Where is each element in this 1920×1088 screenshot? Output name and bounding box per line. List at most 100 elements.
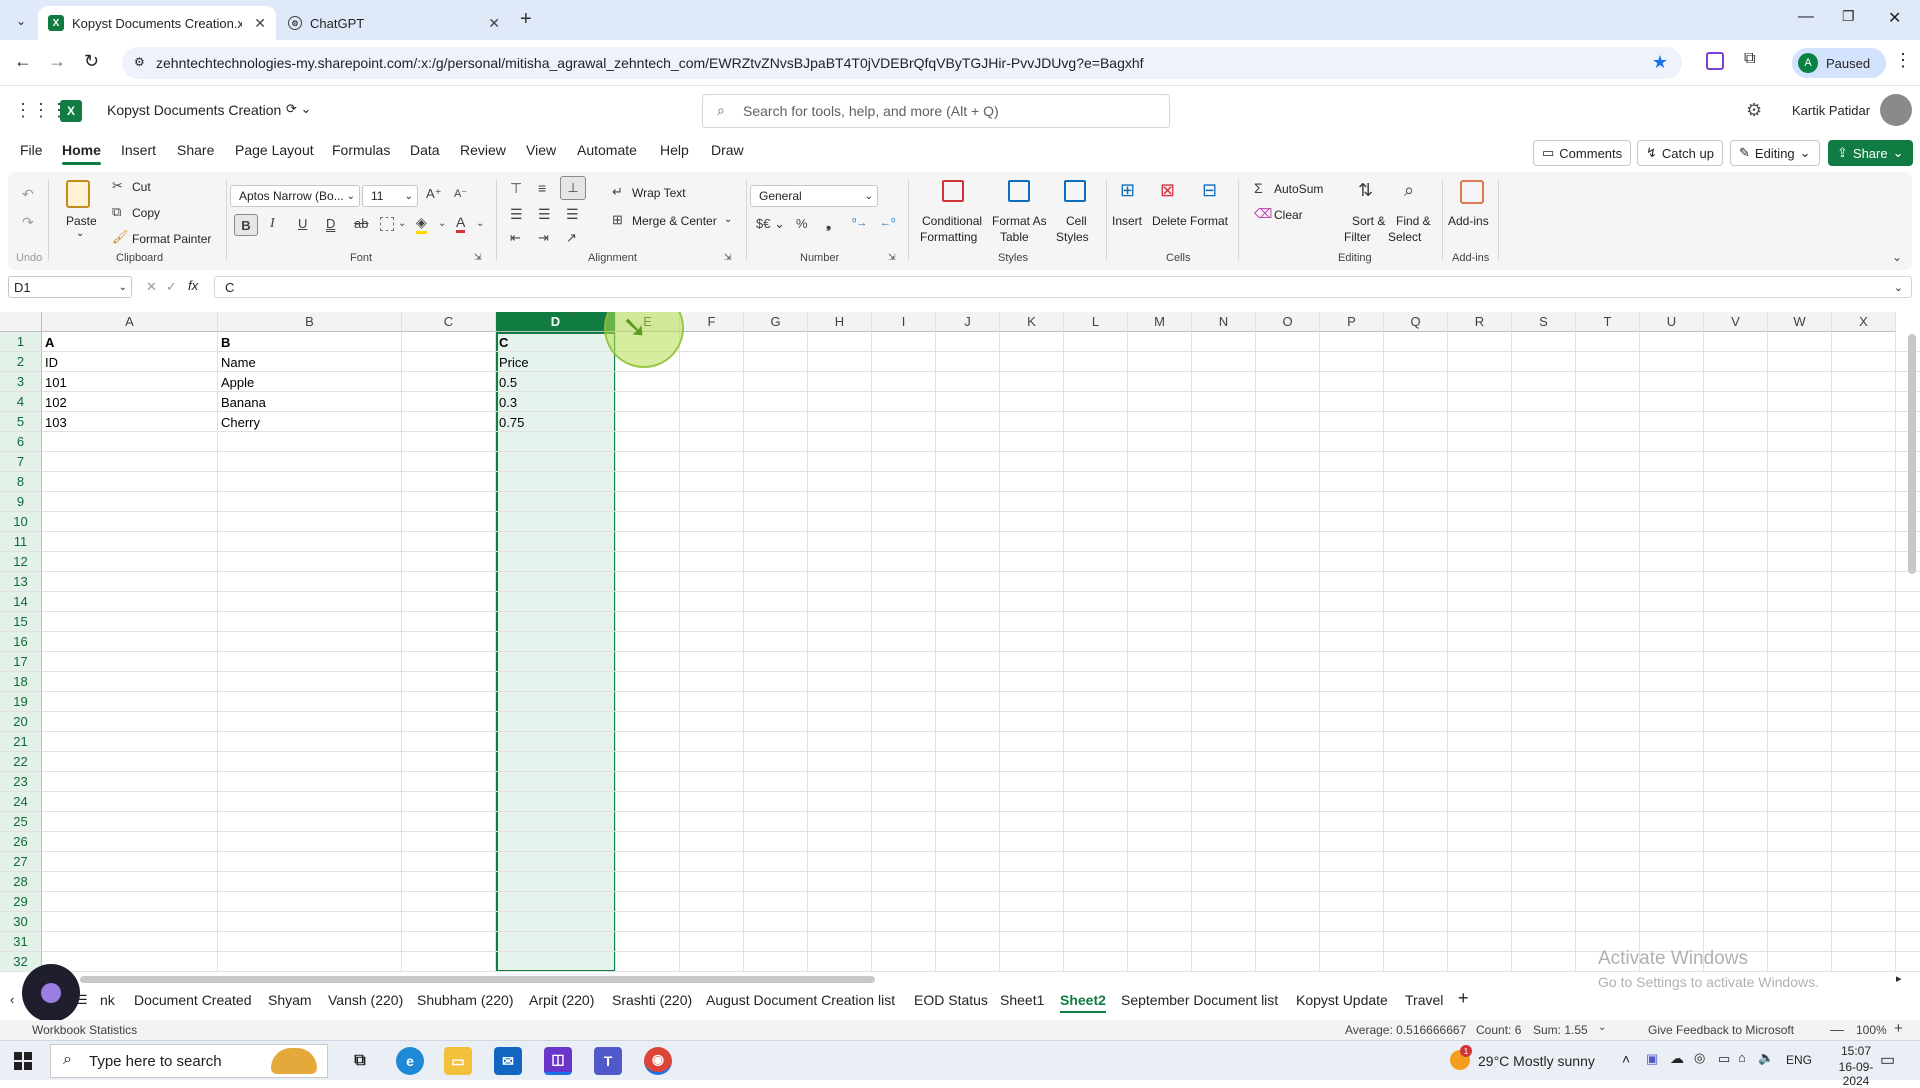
column-header-i[interactable]: I [872, 312, 936, 332]
row-header-8[interactable]: 8 [0, 472, 42, 492]
forward-icon[interactable]: → [48, 51, 66, 72]
row-header-6[interactable]: 6 [0, 432, 42, 452]
column-header-k[interactable]: K [1000, 312, 1064, 332]
taskbar-search-input[interactable]: ⌕ Type here to search [50, 1044, 328, 1078]
column-header-n[interactable]: N [1192, 312, 1256, 332]
tab-home[interactable]: Home [62, 142, 101, 165]
underline-icon[interactable]: U [298, 216, 307, 231]
scroll-right-icon[interactable]: ▸ [1896, 972, 1902, 985]
more-menu-icon[interactable]: ⋮ [1894, 50, 1912, 71]
wrap-text-button[interactable]: Wrap Text [632, 186, 686, 200]
chevron-down-icon[interactable]: ⌄ [398, 218, 406, 229]
vertical-scrollbar[interactable] [1908, 334, 1916, 574]
chrome-icon[interactable]: ◉ [644, 1047, 672, 1075]
row-header-4[interactable]: 4 [0, 392, 42, 412]
borders-icon[interactable] [380, 217, 394, 231]
column-header-t[interactable]: T [1576, 312, 1640, 332]
chevron-down-icon[interactable]: ⌄ [724, 214, 732, 225]
column-header-u[interactable]: U [1640, 312, 1704, 332]
editing-mode-button[interactable]: ✎ Editing ⌄ [1730, 140, 1820, 166]
tab-share[interactable]: Share [177, 142, 214, 158]
autosum-button[interactable]: AutoSum [1274, 182, 1323, 196]
conditional-formatting-button[interactable]: Conditional [922, 214, 982, 228]
cell-d4[interactable]: 0.3 [496, 392, 616, 412]
percent-icon[interactable]: % [796, 216, 808, 231]
assistant-orb[interactable] [22, 964, 80, 1022]
sheet-tab[interactable]: Travel [1405, 992, 1443, 1008]
row-header-24[interactable]: 24 [0, 792, 42, 812]
row-header-1[interactable]: 1 [0, 332, 42, 352]
cell-styles-button[interactable]: Cell [1066, 214, 1087, 228]
cell-styles-icon[interactable] [1064, 180, 1086, 202]
conditional-formatting-button-line2[interactable]: Formatting [920, 230, 977, 244]
redo-icon[interactable]: ↷ [22, 214, 34, 231]
tab-review[interactable]: Review [460, 142, 506, 158]
tray-chevron-icon[interactable]: ˄ [1622, 1051, 1630, 1067]
column-header-l[interactable]: L [1064, 312, 1128, 332]
sheet-tab[interactable]: Sheet1 [1000, 992, 1044, 1008]
column-header-r[interactable]: R [1448, 312, 1512, 332]
tab-data[interactable]: Data [410, 142, 440, 158]
sheet-tab[interactable]: Shyam [268, 992, 312, 1008]
row-header-20[interactable]: 20 [0, 712, 42, 732]
fill-color-icon[interactable]: ◈ [416, 214, 427, 234]
sort-filter-button-line2[interactable]: Filter [1344, 230, 1371, 244]
add-sheet-button[interactable]: + [1458, 988, 1469, 1009]
column-header-p[interactable]: P [1320, 312, 1384, 332]
tab-draw[interactable]: Draw [711, 142, 744, 158]
insert-function-icon[interactable]: fx [188, 278, 198, 293]
cell-b5[interactable]: Cherry [218, 412, 402, 432]
sheet-tab[interactable]: Srashti (220) [612, 992, 692, 1008]
window-close-button[interactable]: ✕ [1888, 8, 1901, 28]
chevron-down-icon[interactable]: ⌄ [438, 218, 446, 229]
row-header-19[interactable]: 19 [0, 692, 42, 712]
tab-automate[interactable]: Automate [577, 142, 637, 158]
sheet-tab-active[interactable]: Sheet2 [1060, 992, 1106, 1013]
tab-formulas[interactable]: Formulas [332, 142, 390, 158]
column-header-f[interactable]: F [680, 312, 744, 332]
windows-start-icon[interactable] [14, 1052, 32, 1070]
tab-file[interactable]: File [20, 142, 43, 158]
volume-icon[interactable]: 🔈 [1758, 1050, 1774, 1066]
language-indicator[interactable]: ENG [1786, 1053, 1812, 1067]
column-header-d[interactable]: D [496, 312, 616, 332]
align-top-icon[interactable]: ⊤ [510, 180, 522, 197]
column-header-c[interactable]: C [402, 312, 496, 332]
teams-icon[interactable]: T [594, 1047, 622, 1075]
column-header-x[interactable]: X [1832, 312, 1896, 332]
horizontal-scrollbar[interactable] [80, 976, 875, 983]
cell-a3[interactable]: 101 [42, 372, 218, 392]
workbook-statistics[interactable]: Workbook Statistics [32, 1023, 137, 1037]
user-avatar[interactable] [1880, 94, 1912, 126]
sheet-tab[interactable]: EOD Status [914, 992, 988, 1008]
row-header-29[interactable]: 29 [0, 892, 42, 912]
copy-button[interactable]: Copy [132, 206, 160, 220]
clear-button[interactable]: Clear [1274, 208, 1303, 222]
weather-text[interactable]: 29°C Mostly sunny [1478, 1053, 1595, 1069]
format-painter-icon[interactable]: 🖌 [112, 229, 129, 245]
restore-button[interactable]: ❐ [1842, 8, 1855, 25]
decrease-indent-icon[interactable]: ⇤ [510, 230, 521, 246]
merge-center-button[interactable]: Merge & Center [632, 214, 717, 228]
row-header-22[interactable]: 22 [0, 752, 42, 772]
double-underline-icon[interactable]: D [326, 216, 335, 231]
comma-style-icon[interactable]: ❟ [826, 216, 831, 232]
formula-input[interactable]: C ⌄ [214, 276, 1912, 298]
column-header-v[interactable]: V [1704, 312, 1768, 332]
font-size-select[interactable]: 11 ⌄ [362, 185, 418, 207]
orientation-icon[interactable]: ↗ [566, 230, 577, 246]
row-header-9[interactable]: 9 [0, 492, 42, 512]
paste-button[interactable]: Paste [66, 214, 97, 228]
scroll-left-icon[interactable]: ‹ [10, 992, 14, 1007]
conditional-formatting-icon[interactable] [942, 180, 964, 202]
row-header-11[interactable]: 11 [0, 532, 42, 552]
chevron-down-icon[interactable]: ⌄ [76, 228, 84, 239]
zoom-level[interactable]: 100% [1856, 1023, 1887, 1037]
copy-icon[interactable]: ⧉ [112, 204, 121, 220]
bold-icon[interactable]: B [234, 214, 258, 236]
row-header-15[interactable]: 15 [0, 612, 42, 632]
addins-icon[interactable] [1460, 180, 1484, 204]
meet-icon[interactable]: ◎ [1694, 1050, 1705, 1066]
row-header-3[interactable]: 3 [0, 372, 42, 392]
row-header-26[interactable]: 26 [0, 832, 42, 852]
